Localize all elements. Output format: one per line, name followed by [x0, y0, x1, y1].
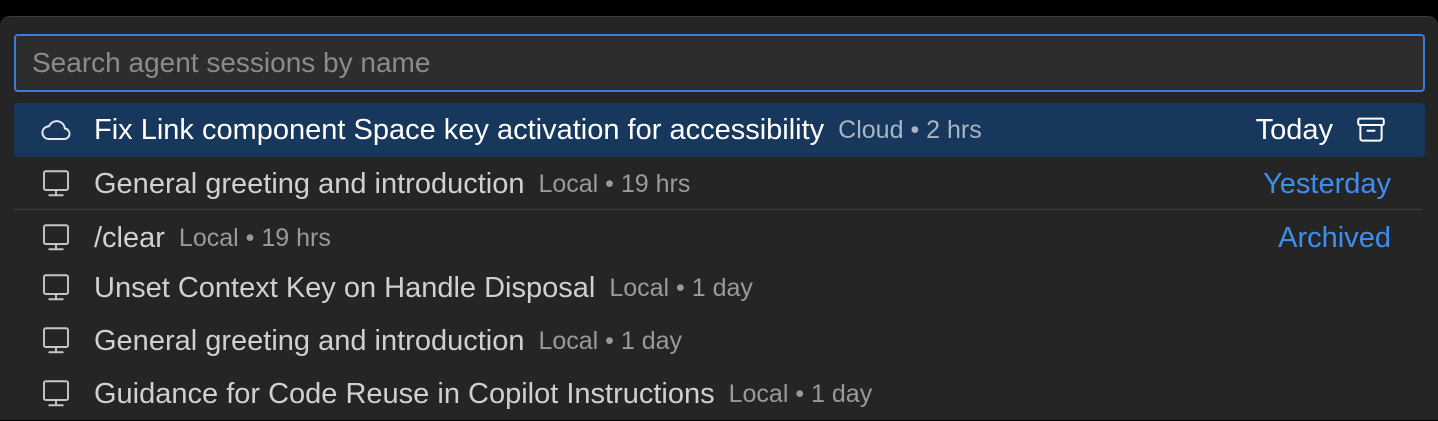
group-divider	[14, 209, 1422, 210]
group-label-yesterday: Yesterday	[1263, 167, 1391, 200]
group-label-today: Today	[1255, 113, 1333, 146]
session-item[interactable]: General greeting and introduction Local …	[14, 314, 1425, 368]
session-title: Fix Link component Space key activation …	[94, 113, 825, 146]
session-meta: Local • 1 day	[728, 379, 873, 408]
session-item[interactable]: General greeting and introduction Local …	[14, 157, 1425, 211]
cloud-icon	[38, 112, 74, 148]
session-item[interactable]: Fix Link component Space key activation …	[14, 103, 1425, 157]
session-item[interactable]: Unset Context Key on Handle Disposal Loc…	[14, 261, 1425, 315]
session-meta: Cloud • 2 hrs	[838, 115, 982, 144]
session-title: General greeting and introduction	[94, 324, 525, 357]
monitor-icon	[38, 166, 74, 202]
search-input[interactable]	[14, 34, 1425, 92]
session-item[interactable]: /clear Local • 19 hrs Archived	[14, 211, 1425, 265]
session-meta: Local • 19 hrs	[538, 169, 691, 198]
monitor-icon	[38, 323, 74, 359]
session-title: /clear	[94, 221, 165, 254]
group-label-archived: Archived	[1278, 221, 1391, 254]
monitor-icon	[38, 270, 74, 306]
session-meta: Local • 1 day	[609, 273, 753, 302]
monitor-icon	[38, 376, 74, 412]
session-meta: Local • 19 hrs	[178, 223, 331, 252]
session-title: Guidance for Code Reuse in Copilot Instr…	[94, 377, 715, 410]
agent-sessions-quick-pick: Fix Link component Space key activation …	[0, 16, 1438, 420]
session-title: Unset Context Key on Handle Disposal	[94, 271, 596, 304]
archive-icon[interactable]	[1353, 112, 1389, 148]
session-title: General greeting and introduction	[94, 167, 525, 200]
session-item[interactable]: Guidance for Code Reuse in Copilot Instr…	[14, 367, 1425, 421]
monitor-icon	[38, 220, 74, 256]
session-meta: Local • 1 day	[538, 326, 683, 355]
